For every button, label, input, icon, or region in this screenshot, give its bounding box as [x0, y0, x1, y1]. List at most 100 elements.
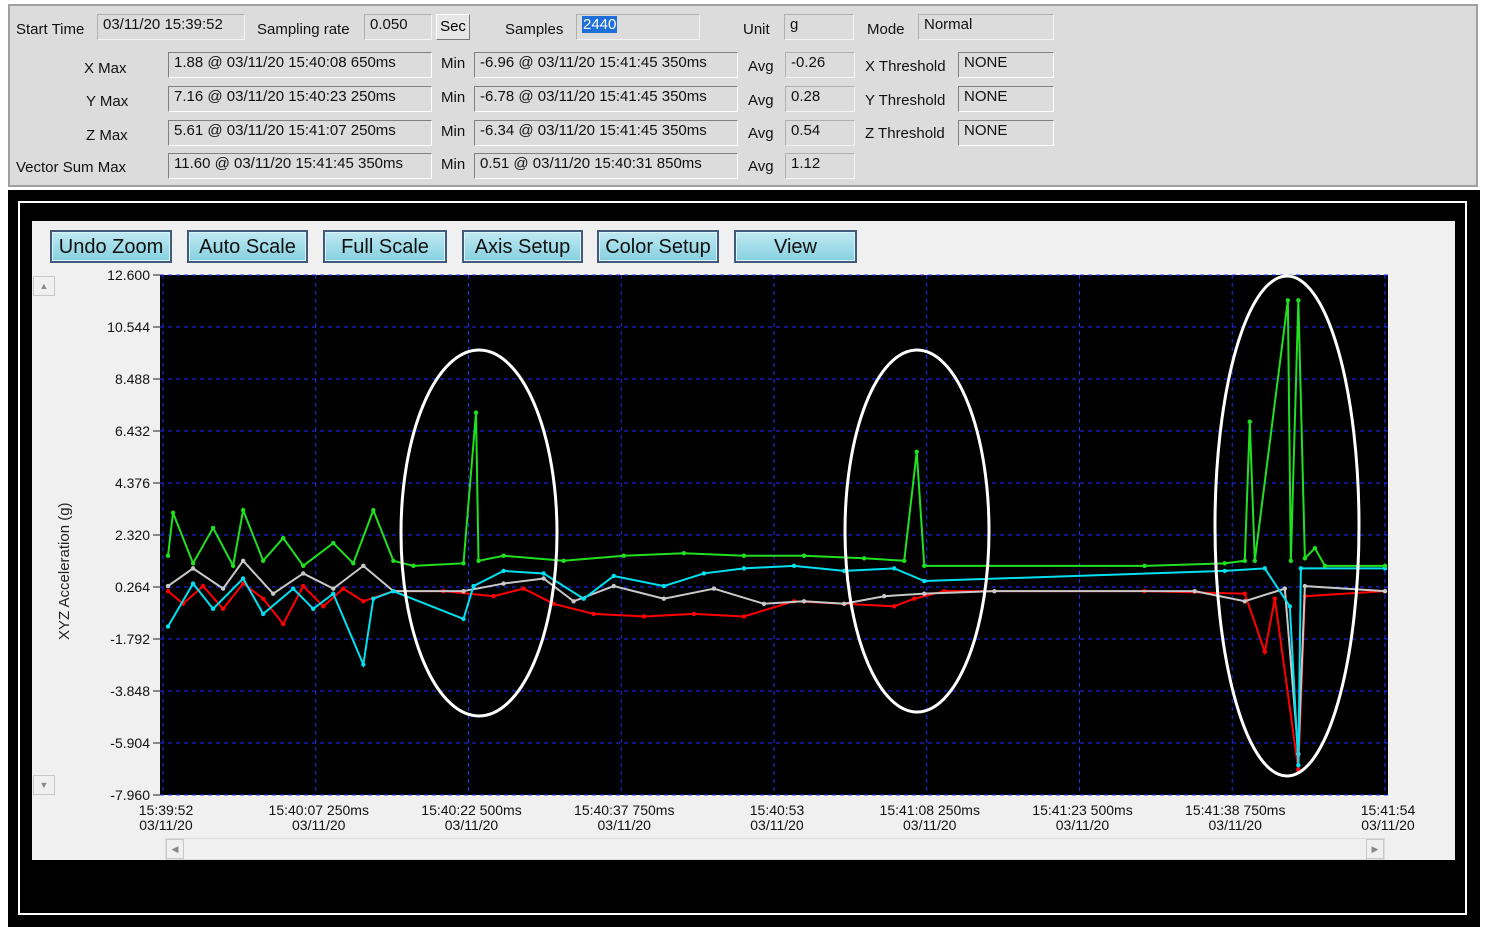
- x-tick-date: 03/11/20: [1056, 817, 1110, 833]
- y-tick-label: -1.792: [110, 631, 150, 647]
- data-point: [240, 508, 246, 513]
- data-point: [521, 586, 526, 591]
- data-point: [165, 624, 171, 629]
- data-point: [741, 566, 747, 571]
- data-point: [461, 561, 466, 566]
- data-point: [912, 596, 917, 601]
- data-point: [190, 581, 196, 586]
- data-point: [1282, 586, 1288, 591]
- data-point: [922, 578, 927, 584]
- data-point: [311, 606, 316, 612]
- data-point: [240, 576, 246, 581]
- x-tick-date: 03/11/20: [139, 817, 193, 833]
- data-point: [1288, 558, 1294, 563]
- data-point: [371, 596, 376, 601]
- data-point: [1296, 298, 1301, 303]
- data-point: [661, 583, 667, 589]
- data-point: [1285, 298, 1291, 303]
- y-tick-label: 10.544: [107, 319, 150, 335]
- y-tick-label: 12.600: [107, 267, 150, 283]
- x-tick-label: 15:39:52: [139, 802, 194, 818]
- data-point: [301, 563, 306, 569]
- data-point: [661, 596, 667, 601]
- data-point: [902, 558, 907, 563]
- x-tick-label: 15:41:54: [1361, 802, 1416, 818]
- y-tick-label: 0.264: [115, 579, 150, 595]
- data-point: [461, 616, 466, 622]
- data-point: [341, 586, 346, 591]
- data-point: [1296, 762, 1301, 768]
- data-point: [170, 510, 176, 515]
- data-point: [701, 571, 707, 576]
- data-point: [691, 611, 697, 617]
- data-point: [881, 594, 887, 599]
- data-point: [1382, 563, 1388, 569]
- data-point: [165, 553, 171, 558]
- x-tick-label: 15:41:38 750ms: [1185, 802, 1285, 818]
- data-point: [561, 558, 566, 563]
- data-point: [270, 591, 276, 596]
- data-point: [165, 588, 171, 594]
- data-point: [1222, 561, 1227, 566]
- data-point: [331, 591, 336, 596]
- data-point: [791, 563, 797, 569]
- data-point: [391, 588, 396, 594]
- data-point: [190, 561, 196, 566]
- data-point: [301, 571, 306, 576]
- data-point: [461, 588, 466, 594]
- data-point: [501, 581, 506, 586]
- x-tick-date: 03/11/20: [292, 817, 346, 833]
- data-point: [741, 614, 747, 619]
- data-point: [1287, 604, 1293, 609]
- data-point: [801, 599, 807, 604]
- data-point: [741, 553, 747, 558]
- data-point: [471, 583, 476, 589]
- data-point: [280, 535, 286, 541]
- data-point: [501, 553, 506, 558]
- x-tick-date: 03/11/20: [750, 817, 804, 833]
- x-tick-label: 15:40:37 750ms: [574, 802, 674, 818]
- data-point: [240, 558, 246, 563]
- data-point: [391, 558, 396, 563]
- x-tick-date: 03/11/20: [1361, 817, 1415, 833]
- data-point: [321, 604, 326, 609]
- data-point: [491, 594, 496, 599]
- data-point: [331, 586, 336, 591]
- data-point: [922, 563, 927, 569]
- data-point: [210, 525, 216, 531]
- data-point: [301, 583, 306, 589]
- data-point: [351, 561, 356, 566]
- y-tick-label: 6.432: [115, 423, 150, 439]
- data-point: [1222, 568, 1227, 574]
- data-point: [371, 508, 376, 513]
- data-point: [1242, 591, 1247, 596]
- data-point: [280, 621, 286, 627]
- data-point: [711, 586, 717, 591]
- data-point: [841, 601, 847, 606]
- data-point: [361, 563, 366, 569]
- data-point: [1142, 563, 1147, 569]
- data-point: [361, 599, 366, 604]
- data-point: [501, 568, 506, 574]
- data-point: [260, 611, 266, 617]
- y-tick-label: 2.320: [115, 527, 150, 543]
- data-point: [914, 449, 919, 454]
- data-point: [1382, 588, 1388, 594]
- data-point: [861, 556, 867, 561]
- data-point: [411, 563, 416, 569]
- data-point: [891, 566, 897, 571]
- data-point: [230, 563, 236, 569]
- data-point: [611, 583, 616, 589]
- data-point: [1247, 419, 1252, 424]
- data-point: [1302, 556, 1308, 561]
- data-point: [260, 596, 266, 601]
- data-point: [1298, 566, 1304, 571]
- data-point: [621, 553, 626, 558]
- data-point: [992, 588, 997, 594]
- data-point: [541, 576, 546, 581]
- data-point: [1252, 558, 1257, 563]
- data-point: [591, 611, 596, 617]
- x-tick-date: 03/11/20: [1209, 817, 1263, 833]
- acceleration-chart[interactable]: 12.600 10.544 8.488 6.432 4.376 2.320 0.264 -1.…: [0, 0, 1487, 927]
- data-point: [1322, 563, 1328, 569]
